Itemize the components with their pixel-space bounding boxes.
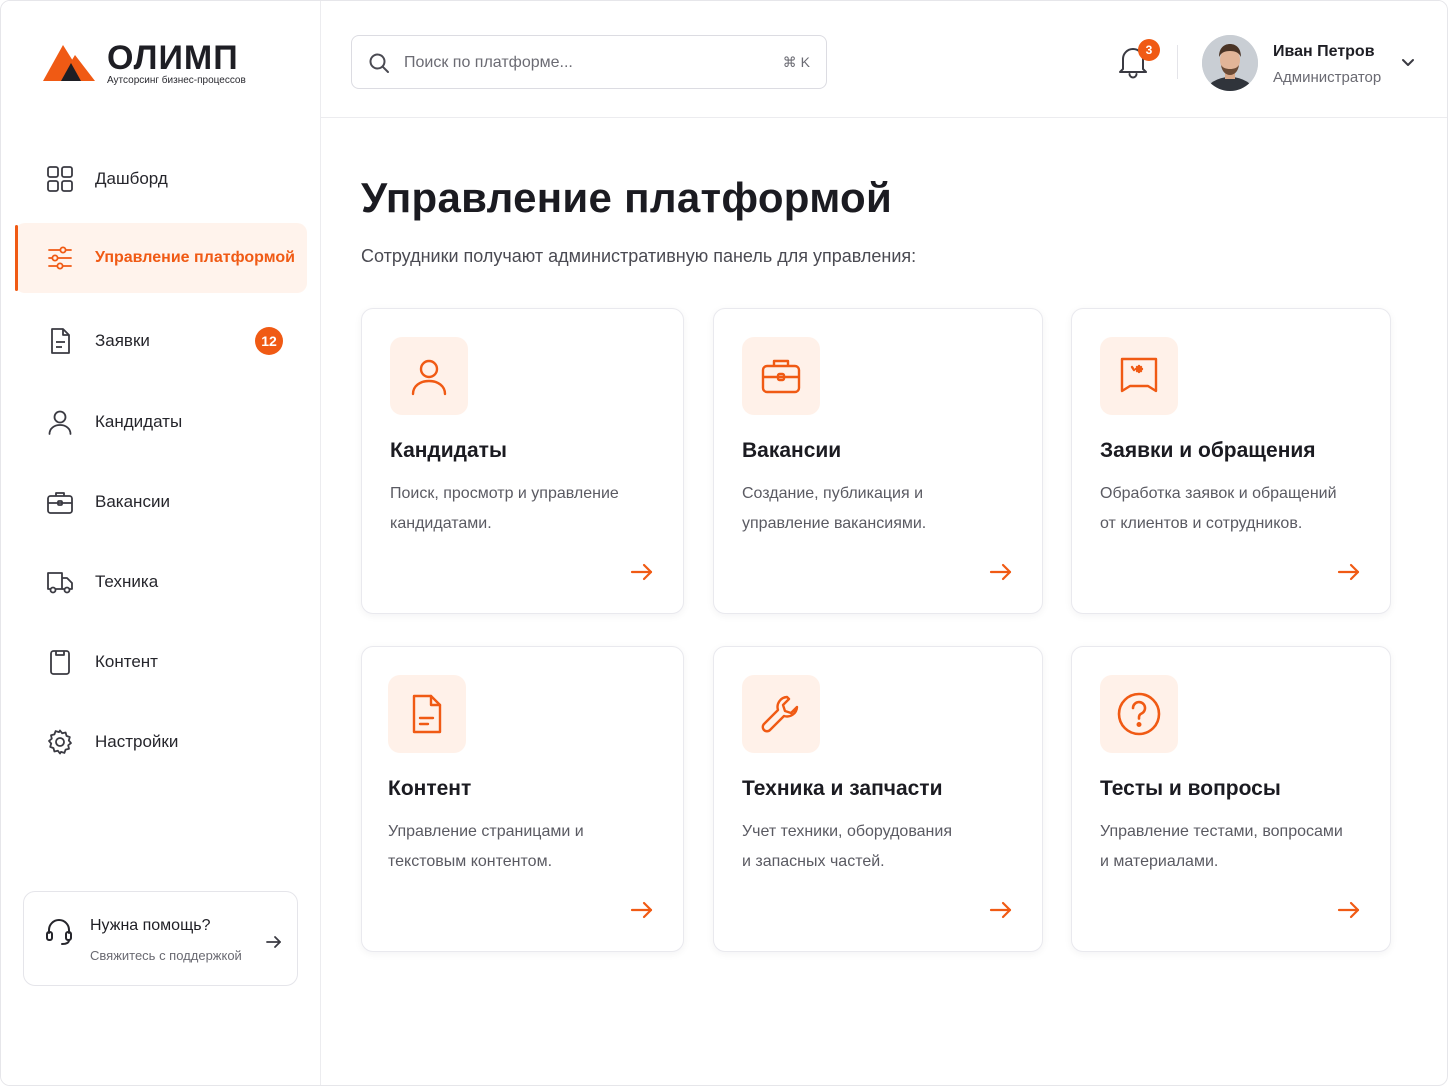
mountain-logo-icon bbox=[43, 45, 95, 81]
app-window: ОЛИМП Аутсорсинг бизнес-процессов Дашбор… bbox=[0, 0, 1448, 1086]
card-candidates[interactable]: Кандидаты Поиск, просмотр и управление к… bbox=[361, 308, 684, 614]
headset-icon bbox=[46, 919, 72, 945]
sidebar: ОЛИМП Аутсорсинг бизнес-процессов Дашбор… bbox=[1, 1, 321, 1085]
card-equipment[interactable]: Техника и запчасти Учет техники, оборудо… bbox=[713, 646, 1043, 952]
card-description-line: от клиентов и сотрудников. bbox=[1100, 515, 1303, 532]
dashboard-grid-icon bbox=[45, 164, 75, 194]
avatar[interactable] bbox=[1202, 35, 1258, 91]
card-title: Тесты и вопросы bbox=[1100, 777, 1281, 800]
arrow-right-icon[interactable] bbox=[629, 559, 655, 585]
sidebar-item-content[interactable]: Контент bbox=[15, 627, 307, 697]
truck-icon bbox=[45, 567, 75, 597]
arrow-right-icon[interactable] bbox=[988, 559, 1014, 585]
card-description-line: Учет техники, оборудования bbox=[742, 823, 952, 840]
notification-count-badge: 3 bbox=[1138, 39, 1160, 61]
card-title: Техника и запчасти bbox=[742, 777, 943, 800]
top-header: ⌘ K 3 Иван Петров Администратор bbox=[321, 1, 1447, 118]
user-name: Иван Петров bbox=[1273, 43, 1375, 60]
question-circle-icon bbox=[1100, 675, 1178, 753]
briefcase-icon bbox=[742, 337, 820, 415]
card-title: Контент bbox=[388, 777, 472, 800]
card-requests[interactable]: Заявки и обращения Обработка заявок и об… bbox=[1071, 308, 1391, 614]
search-box[interactable]: ⌘ K bbox=[351, 35, 827, 89]
sidebar-item-label: Заявки bbox=[95, 331, 150, 350]
card-description-line: текстовым контентом. bbox=[388, 853, 553, 870]
card-description-line: управление вакансиями. bbox=[742, 515, 927, 532]
card-description: Обработка заявок и обращений от клиентов… bbox=[1100, 479, 1370, 539]
arrow-right-icon[interactable] bbox=[1336, 559, 1362, 585]
sidebar-item-vacancies[interactable]: Вакансии bbox=[15, 467, 307, 537]
briefcase-icon bbox=[45, 487, 75, 517]
card-description-line: Создание, публикация и bbox=[742, 485, 924, 502]
user-icon bbox=[45, 407, 75, 437]
card-description: Создание, публикация и управление ваканс… bbox=[742, 479, 1012, 539]
sidebar-item-label: Управление платформой bbox=[95, 249, 295, 266]
sidebar-item-requests[interactable]: Заявки 12 bbox=[15, 306, 307, 376]
card-title: Вакансии bbox=[742, 439, 842, 462]
sidebar-item-candidates[interactable]: Кандидаты bbox=[15, 387, 307, 457]
sidebar-item-label: Дашборд bbox=[95, 169, 168, 188]
main-content: Управление платформой Сотрудники получаю… bbox=[321, 118, 1447, 1085]
page-title: Управление платформой bbox=[361, 174, 893, 221]
card-description: Поиск, просмотр и управление кандидатами… bbox=[390, 479, 660, 539]
arrow-right-icon bbox=[266, 936, 281, 948]
sliders-icon bbox=[45, 243, 75, 273]
sidebar-item-label: Кандидаты bbox=[95, 412, 183, 431]
page-subtitle: Сотрудники получают административную пан… bbox=[361, 246, 917, 266]
card-content[interactable]: Контент Управление страницами и текстовы… bbox=[361, 646, 684, 952]
header-divider bbox=[1177, 45, 1178, 79]
document-icon bbox=[45, 326, 75, 356]
chevron-down-icon[interactable] bbox=[1399, 53, 1417, 71]
user-icon bbox=[390, 337, 468, 415]
card-description-line: и материалами. bbox=[1100, 853, 1219, 870]
card-description-line: Поиск, просмотр и управление bbox=[390, 485, 619, 502]
sidebar-item-label: Вакансии bbox=[95, 492, 170, 511]
card-description-line: кандидатами. bbox=[390, 515, 492, 532]
user-avatar-icon bbox=[1202, 35, 1258, 91]
card-description-line: Обработка заявок и обращений bbox=[1100, 485, 1337, 502]
card-title: Кандидаты bbox=[390, 439, 507, 462]
support-title: Нужна помощь? bbox=[90, 917, 211, 934]
gear-icon bbox=[45, 727, 75, 757]
card-description-line: Управление страницами и bbox=[388, 823, 584, 840]
wrench-icon bbox=[742, 675, 820, 753]
brand-name: ОЛИМП bbox=[107, 39, 239, 77]
clipboard-icon bbox=[45, 647, 75, 677]
document-icon bbox=[388, 675, 466, 753]
card-vacancies[interactable]: Вакансии Создание, публикация и управлен… bbox=[713, 308, 1043, 614]
search-icon bbox=[369, 53, 389, 73]
arrow-right-icon[interactable] bbox=[629, 897, 655, 923]
arrow-right-icon[interactable] bbox=[1336, 897, 1362, 923]
sidebar-item-settings[interactable]: Настройки bbox=[15, 707, 307, 777]
card-description: Управление тестами, вопросами и материал… bbox=[1100, 817, 1370, 877]
user-role: Администратор bbox=[1273, 69, 1382, 86]
arrow-right-icon[interactable] bbox=[988, 897, 1014, 923]
card-description: Управление страницами и текстовым контен… bbox=[388, 817, 658, 877]
search-input[interactable] bbox=[404, 48, 744, 78]
sidebar-item-equipment[interactable]: Техника bbox=[15, 547, 307, 617]
sidebar-item-label: Техника bbox=[95, 572, 159, 591]
brand-tagline: Аутсорсинг бизнес-процессов bbox=[107, 75, 246, 86]
support-subtitle: Свяжитесь с поддержкой bbox=[90, 948, 242, 963]
support-card[interactable]: Нужна помощь? Свяжитесь с поддержкой bbox=[23, 891, 298, 986]
sidebar-item-platform-management[interactable]: Управление платформой bbox=[15, 223, 307, 293]
logo[interactable]: ОЛИМП Аутсорсинг бизнес-процессов bbox=[41, 39, 281, 89]
card-description-line: Управление тестами, вопросами bbox=[1100, 823, 1343, 840]
card-tests[interactable]: Тесты и вопросы Управление тестами, вопр… bbox=[1071, 646, 1391, 952]
requests-count-badge: 12 bbox=[255, 327, 283, 355]
message-board-icon bbox=[1100, 337, 1178, 415]
card-title: Заявки и обращения bbox=[1100, 439, 1316, 462]
sidebar-item-label: Настройки bbox=[95, 732, 179, 751]
sidebar-item-dashboard[interactable]: Дашборд bbox=[15, 144, 307, 214]
card-description: Учет техники, оборудования и запасных ча… bbox=[742, 817, 1012, 877]
card-description-line: и запасных частей. bbox=[742, 853, 885, 870]
search-shortcut: ⌘ K bbox=[782, 54, 810, 70]
sidebar-item-label: Контент bbox=[95, 652, 158, 671]
